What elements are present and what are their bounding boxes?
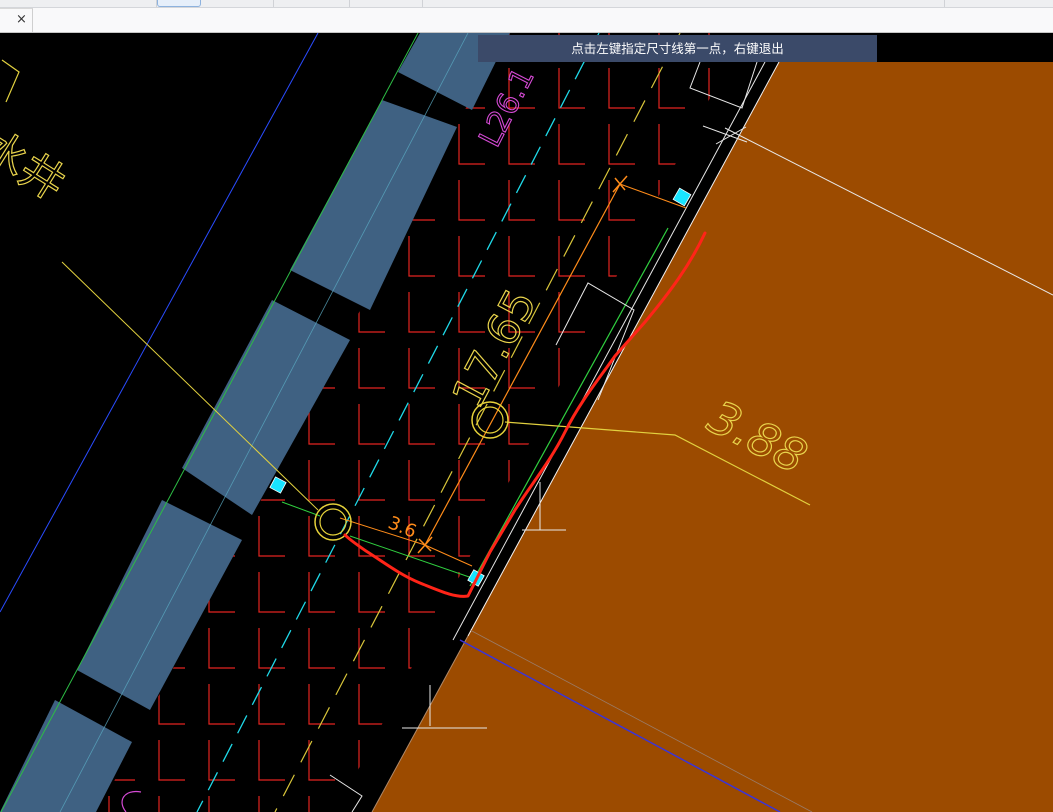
cad-canvas[interactable]: L26.1 17.65 3.88 3.6 水井 点击左键指定尺寸线第一点，右键退… <box>0 33 1053 812</box>
prompt-text: 点击左键指定尺寸线第一点，右键退出 <box>571 41 784 56</box>
tab-7[interactable] <box>945 0 1053 7</box>
tab-4[interactable] <box>274 0 350 7</box>
tab-1[interactable] <box>0 0 157 7</box>
well-label: 水井 <box>0 121 74 211</box>
tab-active[interactable] <box>157 0 201 7</box>
close-icon: × <box>16 12 27 27</box>
tab-strip <box>0 0 1053 8</box>
app-window: × L26.1 17.65 3.88 3.6 水井 点击左键指定尺寸线第一点，右… <box>0 0 1053 812</box>
tab-5[interactable] <box>350 0 423 7</box>
partial-glyph <box>1 59 20 103</box>
document-bar: × <box>0 8 1053 33</box>
tab-3[interactable] <box>201 0 274 7</box>
tab-6[interactable] <box>423 0 945 7</box>
close-button[interactable]: × <box>0 8 33 32</box>
drawing-svg[interactable]: L26.1 17.65 3.88 3.6 水井 <box>0 33 1053 812</box>
command-prompt: 点击左键指定尺寸线第一点，右键退出 <box>478 35 877 62</box>
